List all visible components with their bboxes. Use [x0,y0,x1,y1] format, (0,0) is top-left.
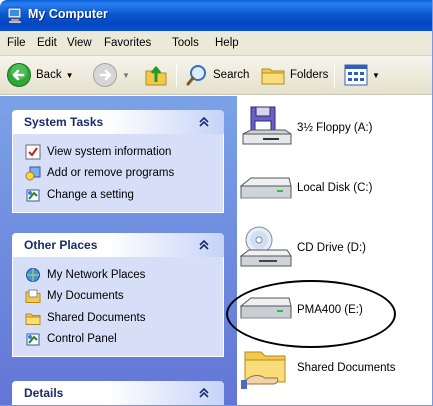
details-title: Details [24,386,64,400]
task-add-remove-programs[interactable]: Add or remove programs [25,163,223,185]
details-panel: Details [12,381,224,405]
forward-arrow-icon [93,63,117,87]
window-title: My Computer [28,7,108,21]
drive-item[interactable]: 3½ Floppy (A:) [237,104,372,152]
menu-edit[interactable]: Edit [37,37,57,49]
views-button[interactable]: ▼ [344,60,380,90]
details-header[interactable]: Details [12,381,224,405]
views-dropdown-icon[interactable]: ▼ [372,71,380,80]
shared-documents-folder-icon [25,313,41,325]
hard-disk-icon [239,177,292,199]
other-places-header[interactable]: Other Places [12,233,224,257]
search-button[interactable]: Search [185,60,249,90]
back-label: Back [36,69,62,81]
place-shared-documents[interactable]: Shared Documents [25,307,223,329]
control-panel-icon [26,189,40,202]
my-documents-icon [25,289,41,304]
place-my-network-places[interactable]: My Network Places [25,264,223,286]
my-computer-window: My Computer File Edit View Favorites Too… [0,0,433,406]
search-label: Search [213,69,250,81]
place-label: My Network Places [47,268,146,281]
content-pane: 3½ Floppy (A:) Local Disk (C:) CD Drive … [237,96,432,405]
my-computer-icon [7,7,22,24]
collapse-chevron-icon[interactable] [196,237,212,253]
up-folder-icon [145,66,167,86]
other-places-title: Other Places [24,238,98,252]
collapse-chevron-icon[interactable] [196,385,212,401]
collapse-chevron-icon[interactable] [196,114,212,130]
menu-bar: File Edit View Favorites Tools Help [0,31,432,56]
place-label: Shared Documents [47,311,146,324]
back-button[interactable]: Back ▼ [6,60,74,90]
task-change-setting[interactable]: Change a setting [25,184,223,206]
shared-folder-icon [241,351,286,389]
menu-view[interactable]: View [67,37,92,49]
menu-file[interactable]: File [7,37,26,49]
title-bar[interactable]: My Computer [0,0,432,31]
network-places-icon [26,267,40,282]
control-panel-icon [26,333,40,346]
forward-dropdown-icon[interactable]: ▼ [122,71,130,80]
menu-tools[interactable]: Tools [172,37,199,49]
forward-button[interactable]: ▼ [92,60,130,90]
drive-label: CD Drive (D:) [297,242,366,254]
drive-label: Shared Documents [297,362,396,374]
system-tasks-panel: System Tasks View system information Add… [12,110,224,213]
place-label: My Documents [47,290,124,303]
back-arrow-icon [7,63,31,87]
toolbar: Back ▼ ▼ Search Folders ▼ [0,56,432,95]
floppy-drive-icon [242,106,292,145]
cd-drive-icon [239,226,292,267]
drive-label: 3½ Floppy (A:) [297,122,373,134]
place-control-panel[interactable]: Control Panel [25,329,223,351]
highlight-oval [226,280,396,348]
system-information-icon [25,144,41,160]
drive-item[interactable]: Shared Documents [237,344,395,392]
place-my-documents[interactable]: My Documents [25,286,223,308]
menu-favorites[interactable]: Favorites [104,37,151,49]
drive-item[interactable]: Local Disk (C:) [237,164,372,212]
drive-item[interactable]: CD Drive (D:) [237,224,366,272]
folders-label: Folders [290,69,329,81]
place-label: Control Panel [47,333,117,346]
task-label: View system information [47,145,172,158]
back-dropdown-icon[interactable]: ▼ [66,71,74,80]
menu-help[interactable]: Help [215,37,239,49]
task-label: Add or remove programs [47,167,175,180]
folders-button[interactable]: Folders [260,60,328,90]
task-pane: System Tasks View system information Add… [0,96,237,405]
views-icon [344,64,368,86]
system-tasks-title: System Tasks [24,115,104,129]
drive-label: Local Disk (C:) [297,182,373,194]
other-places-panel: Other Places My Network Places My Docume… [12,233,224,357]
other-places-body: My Network Places My Documents Shared Do… [12,257,224,357]
folders-icon [261,68,285,85]
search-icon [186,65,206,86]
task-label: Change a setting [47,188,134,201]
up-folder-button[interactable] [143,60,169,90]
task-view-system-information[interactable]: View system information [25,141,223,163]
system-tasks-body: View system information Add or remove pr… [12,134,224,213]
add-remove-programs-icon [25,166,41,181]
system-tasks-header[interactable]: System Tasks [12,110,224,134]
